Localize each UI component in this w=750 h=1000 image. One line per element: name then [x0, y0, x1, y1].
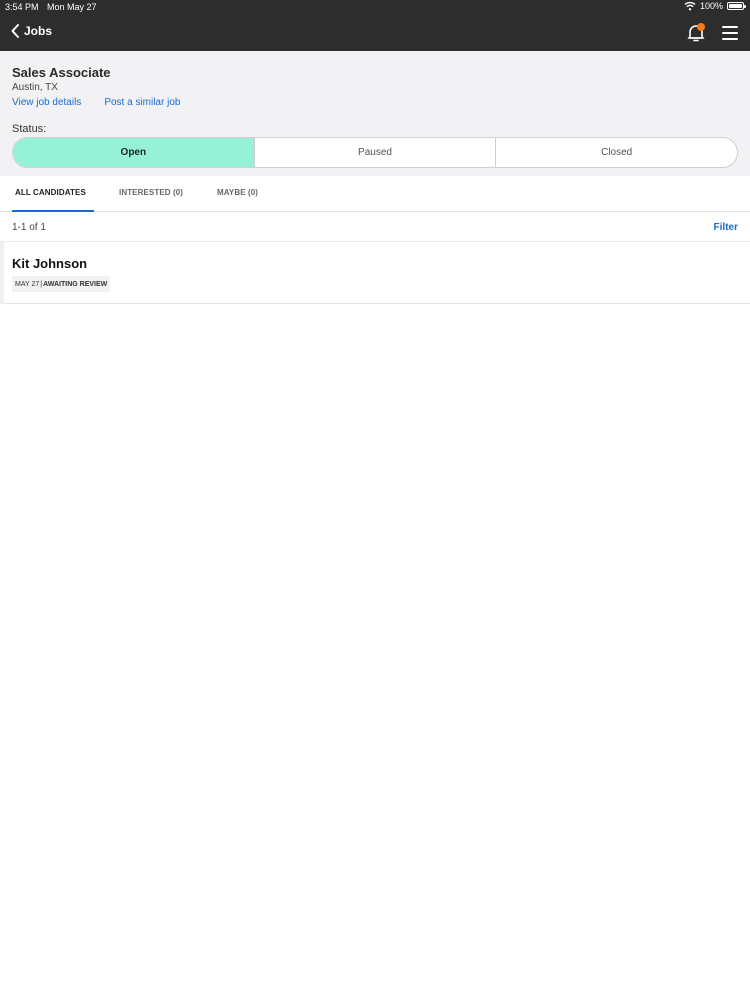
status-time: 3:54 PM — [5, 2, 39, 12]
candidate-state: AWAITING REVIEW — [43, 280, 108, 288]
results-count: 1-1 of 1 — [12, 222, 46, 233]
nav-bar: Jobs — [0, 14, 750, 51]
status-option-paused[interactable]: Paused — [255, 138, 497, 167]
job-links: View job details Post a similar job — [12, 97, 180, 108]
hamburger-line — [722, 32, 738, 34]
back-label: Jobs — [24, 24, 53, 38]
job-title: Sales Associate — [12, 65, 111, 80]
status-segmented-control: Open Paused Closed — [12, 137, 738, 168]
status-label: Status: — [12, 123, 47, 135]
results-bar: 1-1 of 1 Filter — [0, 212, 750, 242]
back-button[interactable]: Jobs — [10, 23, 52, 39]
candidate-status-badge: MAY 27 | AWAITING REVIEW — [12, 276, 111, 292]
notifications-button[interactable] — [686, 23, 706, 43]
wifi-icon — [684, 1, 696, 11]
candidate-name: Kit Johnson — [12, 256, 88, 271]
hamburger-line — [722, 38, 738, 40]
battery-icon — [727, 2, 746, 10]
notification-dot — [697, 23, 705, 31]
candidate-separator: | — [40, 280, 43, 288]
status-right: 100% — [684, 1, 746, 11]
candidate-date: MAY 27 — [15, 280, 40, 288]
top-bar: 3:54 PM Mon May 27 100% Jobs — [0, 0, 750, 51]
battery-percent: 100% — [699, 1, 723, 11]
hamburger-menu-button[interactable] — [722, 26, 738, 40]
chevron-left-icon — [11, 24, 19, 38]
status-bar: 3:54 PM Mon May 27 100% — [0, 0, 750, 14]
candidate-tabs: ALL CANDIDATES INTERESTED (0) MAYBE (0) — [0, 176, 750, 212]
tab-all-candidates[interactable]: ALL CANDIDATES — [15, 188, 86, 197]
job-header: Sales Associate Austin, TX View job deta… — [0, 51, 750, 176]
filter-button[interactable]: Filter — [714, 222, 738, 233]
status-option-open[interactable]: Open — [13, 138, 255, 167]
candidate-row[interactable]: Kit Johnson MAY 27 | AWAITING REVIEW — [0, 242, 750, 304]
view-job-details-link[interactable]: View job details — [12, 97, 81, 108]
status-option-closed[interactable]: Closed — [496, 138, 737, 167]
job-location: Austin, TX — [12, 82, 58, 93]
status-date: Mon May 27 — [47, 2, 97, 12]
hamburger-menu-icon — [722, 26, 738, 28]
tab-maybe[interactable]: MAYBE (0) — [217, 188, 258, 197]
tab-interested[interactable]: INTERESTED (0) — [119, 188, 183, 197]
post-similar-job-link[interactable]: Post a similar job — [104, 97, 180, 108]
